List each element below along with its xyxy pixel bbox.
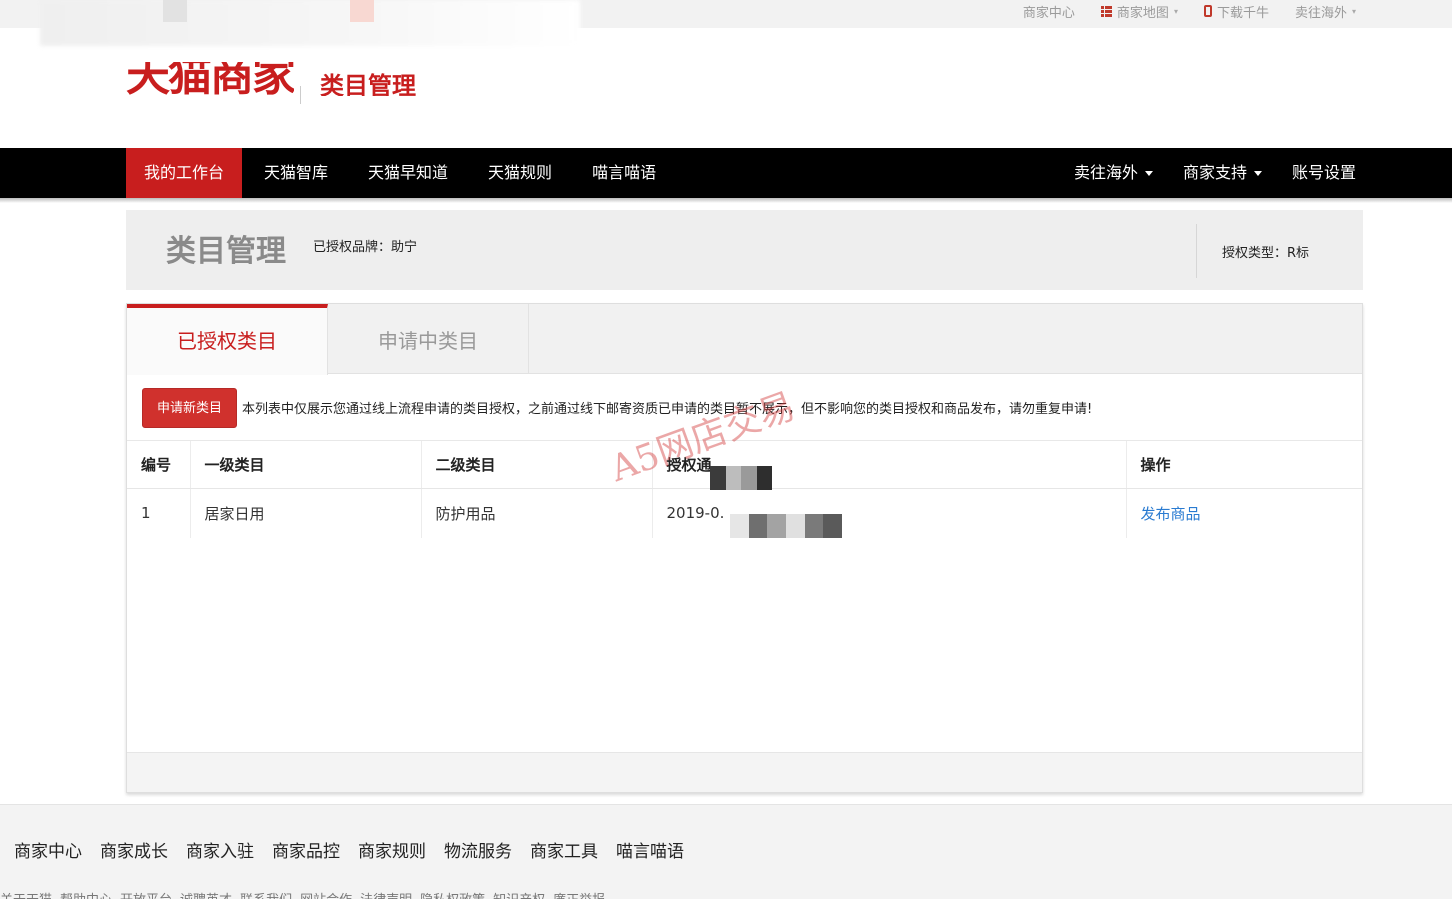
col-header-action: 操作 — [1126, 441, 1362, 489]
divider — [1196, 224, 1197, 278]
top-link-label: 商家中心 — [1022, 5, 1075, 21]
footer-link[interactable]: 商家中心 — [14, 837, 82, 862]
nav-right: 卖往海外 商家支持 账号设置 — [1074, 148, 1356, 198]
footer-secondary-links: 关于天猫 帮助中心 开放平台 诚聘英才 联系我们 网站合作 法律声明 隐私权政策… — [0, 889, 605, 899]
logo-divider — [300, 86, 301, 104]
blurred-area — [163, 0, 187, 22]
top-links: 商家中心 商家地图 ▾ 下载千牛 卖往海外 ▾ — [1023, 0, 1356, 22]
publish-product-link[interactable]: 发布商品 — [1141, 505, 1201, 523]
top-link-merchant-map[interactable]: 商家地图 ▾ — [1100, 2, 1178, 21]
panel-footer — [127, 752, 1362, 792]
tab-authorized-categories[interactable]: 已授权类目 — [127, 304, 328, 375]
footer-link-small[interactable]: 诚聘英才 — [180, 889, 232, 899]
caret-down-icon — [1144, 170, 1153, 176]
footer-link[interactable]: 物流服务 — [444, 837, 512, 862]
header-subtitle: 类目管理 — [320, 72, 416, 96]
main-nav: 我的工作台 天猫智库 天猫早知道 天猫规则 喵言喵语 卖往海外 商家支持 账号设… — [0, 148, 1452, 198]
nav-shadow — [0, 198, 1452, 203]
footer-link-small[interactable]: 知识产权 — [493, 889, 545, 899]
auth-type: 授权类型：R标 — [1222, 246, 1310, 261]
nav-item-workbench[interactable]: 我的工作台 — [126, 148, 243, 198]
footer-link-small[interactable]: 开放平台 — [120, 889, 172, 899]
footer-link-small[interactable]: 法律声明 — [360, 889, 412, 899]
cell-action: 发布商品 — [1126, 488, 1362, 538]
header-subtitle-text: 类目管理 — [320, 72, 416, 96]
footer-link-small[interactable]: 网站合作 — [300, 889, 352, 899]
top-link-label: 商家地图 — [1116, 5, 1169, 21]
nav-item-label: 卖往海外 — [1073, 163, 1138, 182]
caret-down-icon: ▾ — [1351, 6, 1356, 16]
footer-link-small[interactable]: 廉正举报 — [553, 889, 605, 899]
nav-item-miaoyan[interactable]: 喵言喵语 — [574, 148, 674, 198]
apply-new-category-button[interactable]: 申请新类目 — [142, 387, 238, 428]
tab-pending-categories[interactable]: 申请中类目 — [328, 304, 529, 374]
redacted-mosaic — [730, 514, 843, 538]
nav-item-merchant-support[interactable]: 商家支持 — [1183, 148, 1262, 198]
footer-link-small[interactable]: 帮助中心 — [60, 889, 112, 899]
notice-text: 本列表中仅展示您通过线上流程申请的类目授权，之前通过线下邮寄资质已申请的类目暂不… — [242, 402, 1093, 417]
nav-item-account-settings[interactable]: 账号设置 — [1292, 148, 1356, 198]
footer-link[interactable]: 喵言喵语 — [616, 837, 684, 862]
top-link-merchant-center[interactable]: 商家中心 — [1023, 2, 1075, 21]
footer-link[interactable]: 商家入驻 — [186, 837, 254, 862]
site-footer: 商家中心 商家成长 商家入驻 商家品控 商家规则 物流服务 商家工具 喵言喵语 … — [0, 804, 1452, 899]
page-title: 类目管理 — [166, 234, 286, 269]
footer-links: 商家中心 商家成长 商家入驻 商家品控 商家规则 物流服务 商家工具 喵言喵语 — [14, 837, 684, 862]
nav-item-sell-overseas[interactable]: 卖往海外 — [1074, 148, 1153, 198]
footer-link[interactable]: 商家工具 — [530, 837, 598, 862]
top-link-download-qianniu[interactable]: 下载千牛 — [1203, 2, 1269, 21]
footer-link[interactable]: 商家规则 — [358, 837, 426, 862]
phone-icon — [1203, 5, 1212, 17]
footer-link[interactable]: 商家成长 — [100, 837, 168, 862]
nav-item-tmall-early-know[interactable]: 天猫早知道 — [350, 148, 466, 198]
nav-item-label: 账号设置 — [1291, 163, 1356, 182]
tab-bar: 已授权类目 申请中类目 — [127, 304, 1362, 375]
authorized-brand: 已授权品牌：助宁 — [313, 240, 418, 255]
footer-link-small[interactable]: 联系我们 — [240, 889, 292, 899]
cell-level2: 防护用品 — [421, 488, 653, 538]
top-link-label: 卖往海外 — [1294, 5, 1347, 21]
col-header-level1: 一级类目 — [190, 441, 422, 489]
cell-level1: 居家日用 — [190, 488, 422, 538]
logo-text: 天猫商家 — [126, 62, 294, 101]
col-header-id: 编号 — [127, 441, 191, 489]
cell-auth-date: 2019-0. — [652, 488, 1127, 538]
footer-link-small[interactable]: 隐私权政策 — [420, 889, 485, 899]
footer-link-small[interactable]: 关于天猫 — [0, 889, 52, 899]
blurred-area — [40, 0, 580, 46]
nav-item-tmall-rules[interactable]: 天猫规则 — [470, 148, 570, 198]
list-icon — [1100, 5, 1112, 17]
cell-id: 1 — [127, 488, 191, 538]
caret-down-icon: ▾ — [1173, 6, 1178, 16]
top-link-label: 下载千牛 — [1216, 5, 1269, 21]
caret-down-icon — [1253, 170, 1262, 176]
footer-link[interactable]: 商家品控 — [272, 837, 340, 862]
top-link-sell-overseas[interactable]: 卖往海外 ▾ — [1295, 2, 1356, 21]
page-header: 类目管理 已授权品牌：助宁 授权类型：R标 — [126, 210, 1363, 290]
nav-left: 我的工作台 天猫智库 天猫早知道 天猫规则 喵言喵语 — [126, 148, 678, 198]
tmall-merchant-logo[interactable]: 天猫商家 — [126, 62, 294, 106]
category-panel: 已授权类目 申请中类目 申请新类目 本列表中仅展示您通过线上流程申请的类目授权，… — [126, 303, 1363, 793]
blurred-area — [350, 0, 374, 22]
nav-item-label: 商家支持 — [1182, 163, 1247, 182]
nav-item-tmall-think-tank[interactable]: 天猫智库 — [246, 148, 346, 198]
top-utility-bar: 商家中心 商家地图 ▾ 下载千牛 卖往海外 ▾ — [0, 0, 1452, 46]
redacted-mosaic — [710, 466, 772, 490]
